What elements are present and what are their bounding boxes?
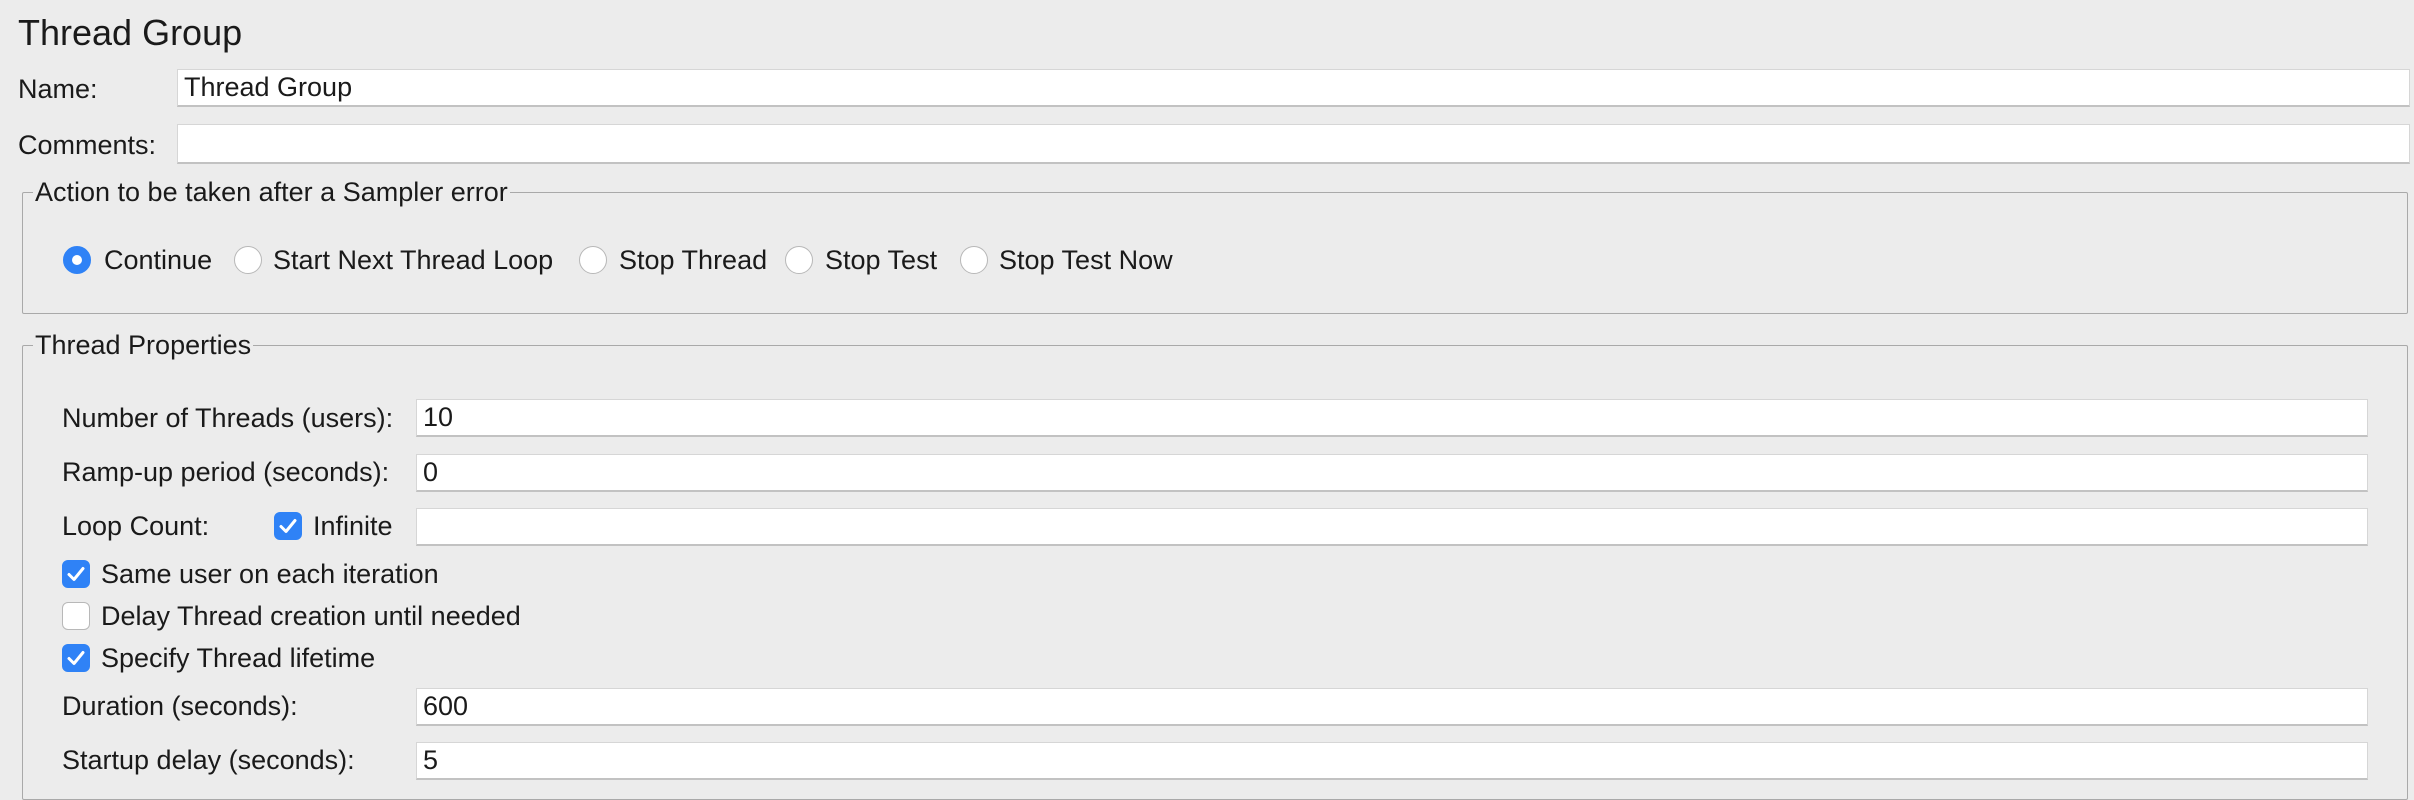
delay-creation-label[interactable]: Delay Thread creation until needed [101,597,521,635]
loop-count-input[interactable] [416,508,2368,546]
checkmark-icon [279,519,297,533]
checkmark-icon [67,651,85,665]
startup-delay-label: Startup delay (seconds): [62,745,355,775]
sampler-error-legend: Action to be taken after a Sampler error [35,177,508,207]
name-label: Name: [18,74,98,104]
radio-stop-test-label[interactable]: Stop Test [825,241,937,279]
duration-label: Duration (seconds): [62,691,298,721]
num-threads-label: Number of Threads (users): [62,403,394,433]
delay-creation-checkbox[interactable] [62,602,90,630]
ramp-up-label: Ramp-up period (seconds): [62,457,390,487]
specify-lifetime-label[interactable]: Specify Thread lifetime [101,639,375,677]
radio-stop-test[interactable] [785,246,813,274]
radio-continue-label[interactable]: Continue [104,241,212,279]
radio-stop-test-now-label[interactable]: Stop Test Now [999,241,1173,279]
same-user-checkbox[interactable] [62,560,90,588]
ramp-up-input[interactable] [416,454,2368,492]
radio-start-next-thread-loop[interactable] [234,246,262,274]
num-threads-input[interactable] [416,399,2368,437]
specify-lifetime-checkbox[interactable] [62,644,90,672]
comments-input[interactable] [177,124,2410,164]
radio-stop-test-now[interactable] [960,246,988,274]
infinite-checkbox[interactable] [274,512,302,540]
radio-start-next-thread-loop-label[interactable]: Start Next Thread Loop [273,241,553,279]
same-user-label[interactable]: Same user on each iteration [101,555,439,593]
infinite-label[interactable]: Infinite [313,507,393,545]
comments-label: Comments: [18,130,157,160]
checkmark-icon [67,567,85,581]
loop-count-label: Loop Count: [62,511,210,541]
radio-stop-thread-label[interactable]: Stop Thread [619,241,767,279]
name-input[interactable] [177,69,2410,107]
startup-delay-input[interactable] [416,742,2368,780]
radio-stop-thread[interactable] [579,246,607,274]
radio-continue[interactable] [63,246,91,274]
panel-title: Thread Group [18,12,243,53]
thread-properties-legend: Thread Properties [35,330,252,360]
duration-input[interactable] [416,688,2368,726]
